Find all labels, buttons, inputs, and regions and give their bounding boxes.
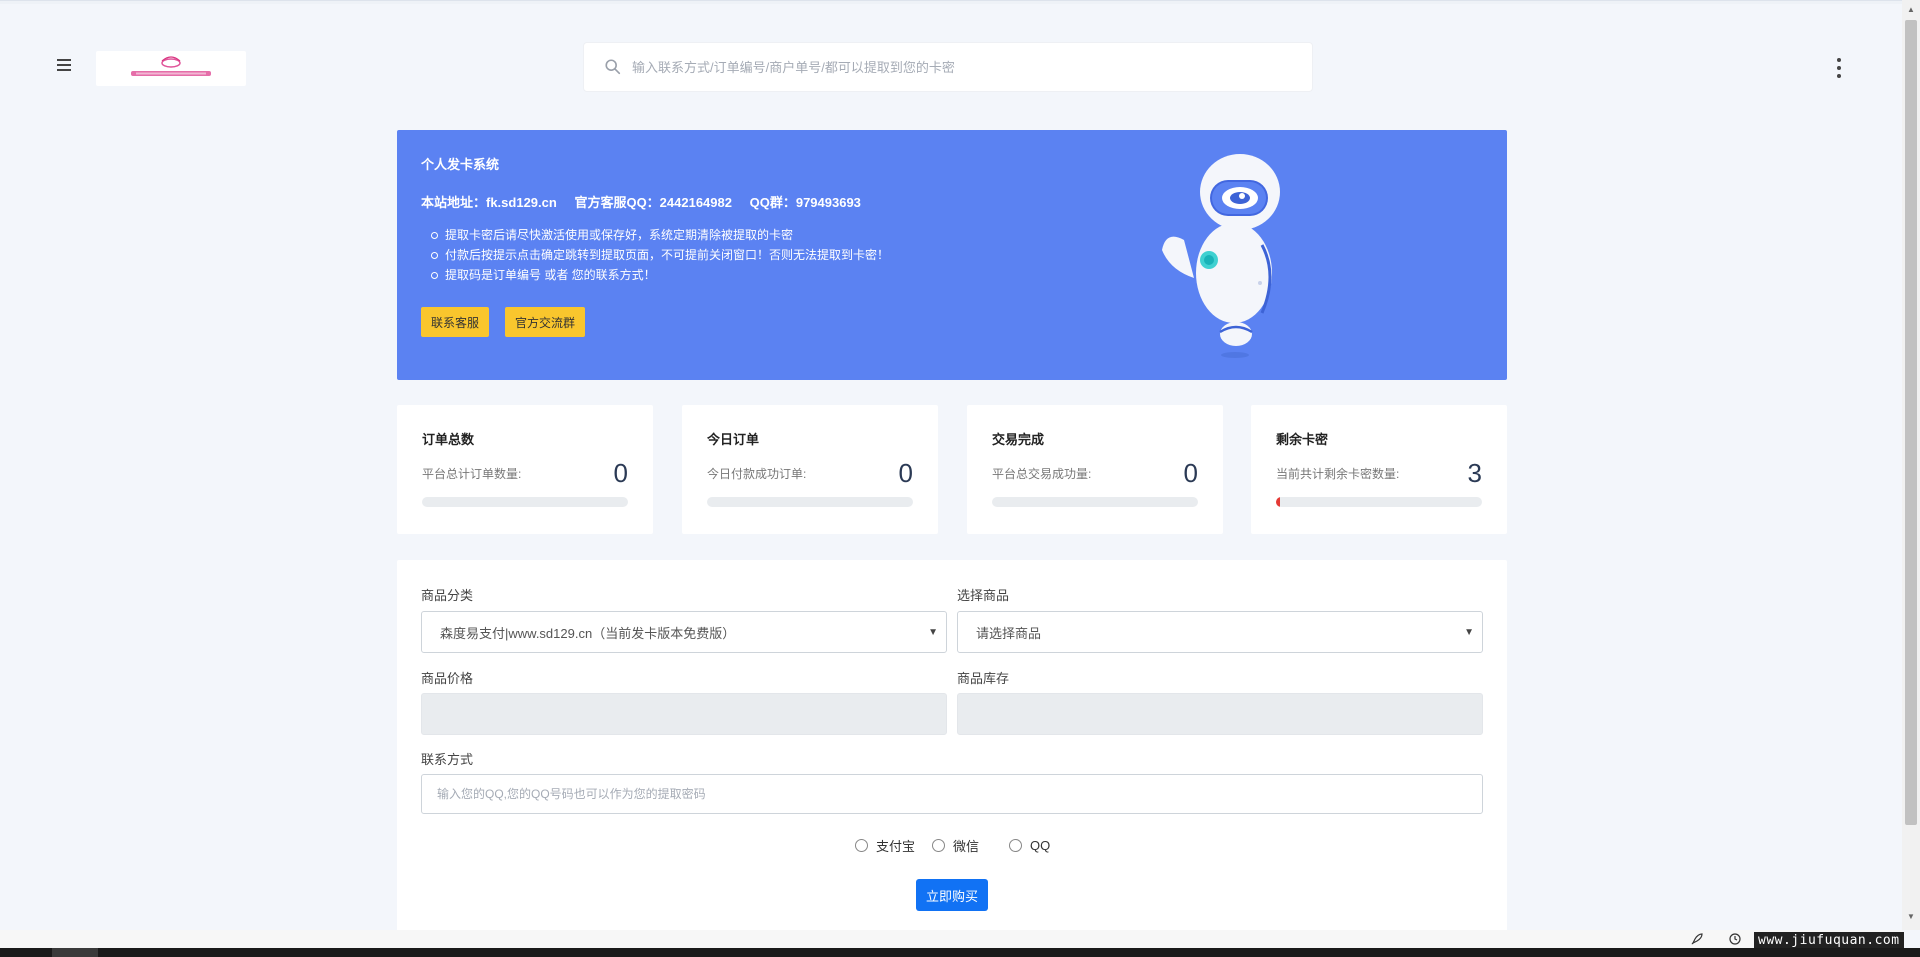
category-select[interactable]: 森度易支付|www.sd129.cn（当前发卡版本免费版） ▼ [421, 611, 947, 653]
payment-option-alipay[interactable]: 支付宝 [855, 836, 915, 855]
stock-label: 商品库存 [957, 671, 1010, 686]
top-border [0, 0, 1902, 4]
banner-title: 个人发卡系统 [421, 157, 500, 172]
rocket-icon[interactable] [1690, 932, 1704, 946]
price-field [421, 693, 947, 735]
banner-contact-info: 本站地址：fk.sd129.cn 官方客服QQ：2442164982 QQ群：9… [421, 192, 875, 211]
bottom-strip [0, 930, 1902, 948]
contact-label: 联系方式 [421, 752, 474, 767]
stat-title: 订单总数 [422, 432, 475, 447]
robot-illustration [1162, 154, 1280, 358]
payment-option-label: 微信 [953, 839, 980, 854]
stat-title: 今日订单 [707, 432, 760, 447]
product-selected-value: 请选择商品 [976, 625, 1042, 641]
service-qq: 官方客服QQ：2442164982 [574, 195, 732, 210]
stat-progress-bar [707, 497, 913, 507]
watermark: www.jiufuquan.com [1754, 932, 1904, 949]
taskbar [0, 948, 1920, 957]
radio-icon[interactable] [1009, 839, 1023, 852]
stat-card-completed-trades: 交易完成 平台总交易成功量: 0 [967, 405, 1223, 534]
contact-service-button[interactable]: 联系客服 [421, 307, 490, 337]
refresh-icon[interactable] [1728, 932, 1742, 946]
info-banner: 个人发卡系统 本站地址：fk.sd129.cn 官方客服QQ：244216498… [397, 130, 1507, 380]
stat-progress-bar [422, 497, 628, 507]
payment-option-label: 支付宝 [876, 839, 916, 854]
stat-card-remaining-cards: 剩余卡密 当前共计剩余卡密数量: 3 [1251, 405, 1507, 534]
site-logo[interactable] [96, 51, 246, 86]
scroll-up-arrow-icon[interactable]: ▲ [1907, 5, 1915, 14]
search-input[interactable] [632, 59, 1312, 75]
product-label: 选择商品 [957, 588, 1010, 603]
payment-option-wechat[interactable]: 微信 [932, 836, 979, 855]
stat-subtitle: 平台总计订单数量: [422, 467, 522, 481]
price-label: 商品价格 [421, 671, 474, 686]
stat-subtitle: 当前共计剩余卡密数量: [1276, 467, 1400, 481]
stat-value: 3 [1467, 458, 1482, 488]
category-label: 商品分类 [421, 588, 474, 603]
stock-field [957, 693, 1483, 735]
stat-title: 剩余卡密 [1276, 432, 1329, 447]
chevron-down-icon: ▼ [1464, 627, 1474, 638]
stat-progress-bar [1276, 497, 1482, 507]
logo-graphic [131, 56, 211, 76]
notice-item: 付款后按提示点击确定跳转到提取页面，不可提前关闭窗口！否则无法提取到卡密！ [431, 245, 889, 265]
purchase-form: 商品分类 森度易支付|www.sd129.cn（当前发卡版本免费版） ▼ 选择商… [397, 560, 1507, 957]
stat-progress-bar [992, 497, 1198, 507]
stat-card-total-orders: 订单总数 平台总计订单数量: 0 [397, 405, 653, 534]
stat-card-today-orders: 今日订单 今日付款成功订单: 0 [682, 405, 938, 534]
stat-title: 交易完成 [992, 432, 1045, 447]
hamburger-menu-icon[interactable] [52, 56, 76, 80]
payment-option-qq[interactable]: QQ [1009, 836, 1050, 855]
search-icon [605, 59, 621, 75]
radio-icon[interactable] [855, 839, 868, 852]
product-select[interactable]: 请选择商品 ▼ [957, 611, 1483, 653]
notice-item: 提取码是订单编号 或者 您的联系方式！ [431, 265, 889, 285]
stat-value: 0 [898, 458, 913, 488]
site-address: 本站地址：fk.sd129.cn [421, 195, 557, 210]
radio-icon[interactable] [932, 839, 946, 852]
stat-value: 0 [1183, 458, 1198, 488]
official-group-button[interactable]: 官方交流群 [505, 307, 586, 337]
taskbar-item[interactable] [52, 948, 98, 957]
stat-subtitle: 今日付款成功订单: [707, 467, 807, 481]
more-options-icon[interactable] [1832, 58, 1846, 78]
chevron-down-icon: ▼ [928, 627, 938, 638]
qq-group: QQ群：979493693 [749, 195, 861, 210]
contact-input[interactable] [421, 774, 1483, 814]
scroll-down-arrow-icon[interactable]: ▼ [1907, 912, 1915, 921]
scrollbar-thumb[interactable] [1905, 20, 1917, 825]
stat-subtitle: 平台总交易成功量: [992, 467, 1092, 481]
payment-methods: 支付宝 微信 QQ [855, 836, 1067, 855]
stat-value: 0 [613, 458, 628, 488]
payment-option-label: QQ [1030, 838, 1051, 853]
buy-now-button[interactable]: 立即购买 [916, 879, 988, 911]
notice-list: 提取卡密后请尽快激活使用或保存好，系统定期清除被提取的卡密 付款后按提示点击确定… [431, 225, 889, 285]
search-bar[interactable] [583, 42, 1313, 92]
category-selected-value: 森度易支付|www.sd129.cn（当前发卡版本免费版） [440, 625, 736, 641]
notice-item: 提取卡密后请尽快激活使用或保存好，系统定期清除被提取的卡密 [431, 225, 889, 245]
stat-progress-fill [1276, 497, 1281, 507]
